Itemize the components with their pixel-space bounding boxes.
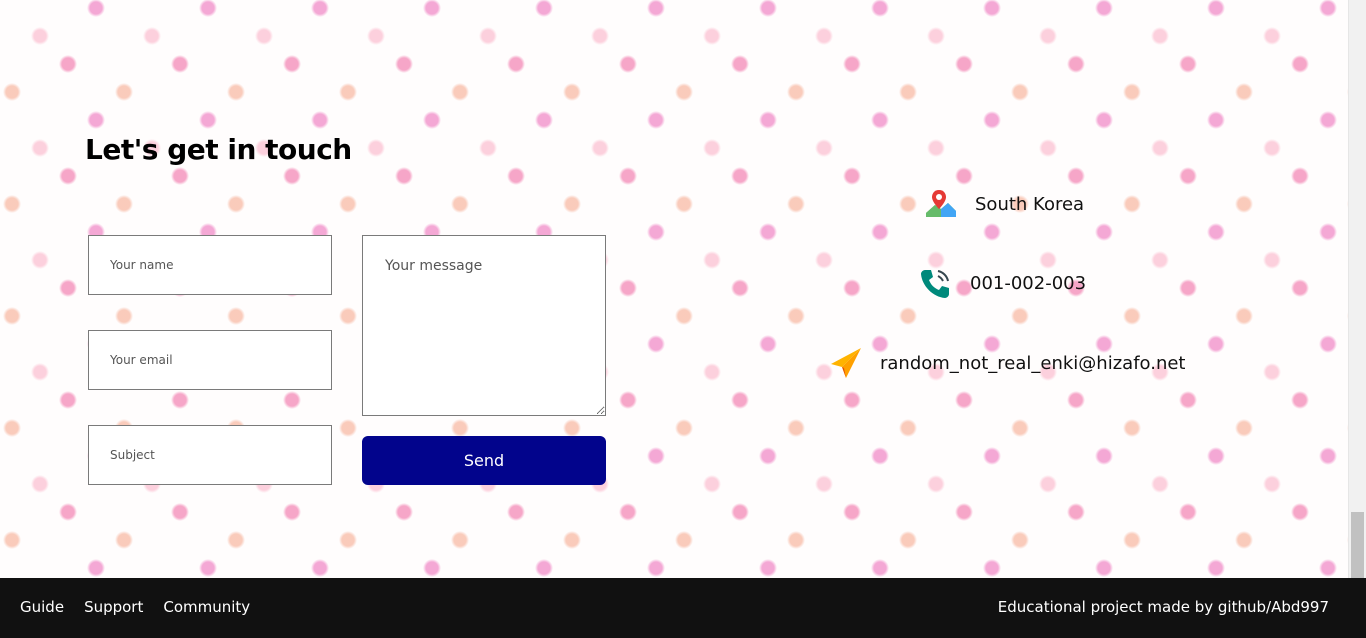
footer-credit: Educational project made by github/Abd99… <box>997 598 1329 616</box>
page-title: Let's get in touch <box>85 133 352 166</box>
message-field[interactable] <box>362 235 606 416</box>
footer-link-community[interactable]: Community <box>163 598 250 616</box>
footer-link-support[interactable]: Support <box>84 598 143 616</box>
vertical-scrollbar[interactable] <box>1348 0 1366 578</box>
subject-field[interactable] <box>88 425 332 485</box>
email-info: random_not_real_enki@hizafo.net <box>829 346 1186 380</box>
paper-plane-icon <box>829 346 863 380</box>
phone-info: 001-002-003 <box>919 266 1086 300</box>
phone-icon <box>919 266 953 300</box>
footer: Guide Support Community Educational proj… <box>0 578 1366 638</box>
contact-page: Let's get in touch Send South Korea 001-… <box>0 0 1366 638</box>
scrollbar-thumb[interactable] <box>1351 512 1364 578</box>
footer-nav: Guide Support Community <box>20 598 250 616</box>
email-field[interactable] <box>88 330 332 390</box>
footer-link-guide[interactable]: Guide <box>20 598 64 616</box>
email-text: random_not_real_enki@hizafo.net <box>880 352 1186 374</box>
phone-text: 001-002-003 <box>970 272 1087 294</box>
location-info: South Korea <box>924 187 1084 221</box>
name-field[interactable] <box>88 235 332 295</box>
send-button[interactable]: Send <box>362 436 606 485</box>
location-text: South Korea <box>975 193 1085 215</box>
map-pin-icon <box>924 187 958 221</box>
